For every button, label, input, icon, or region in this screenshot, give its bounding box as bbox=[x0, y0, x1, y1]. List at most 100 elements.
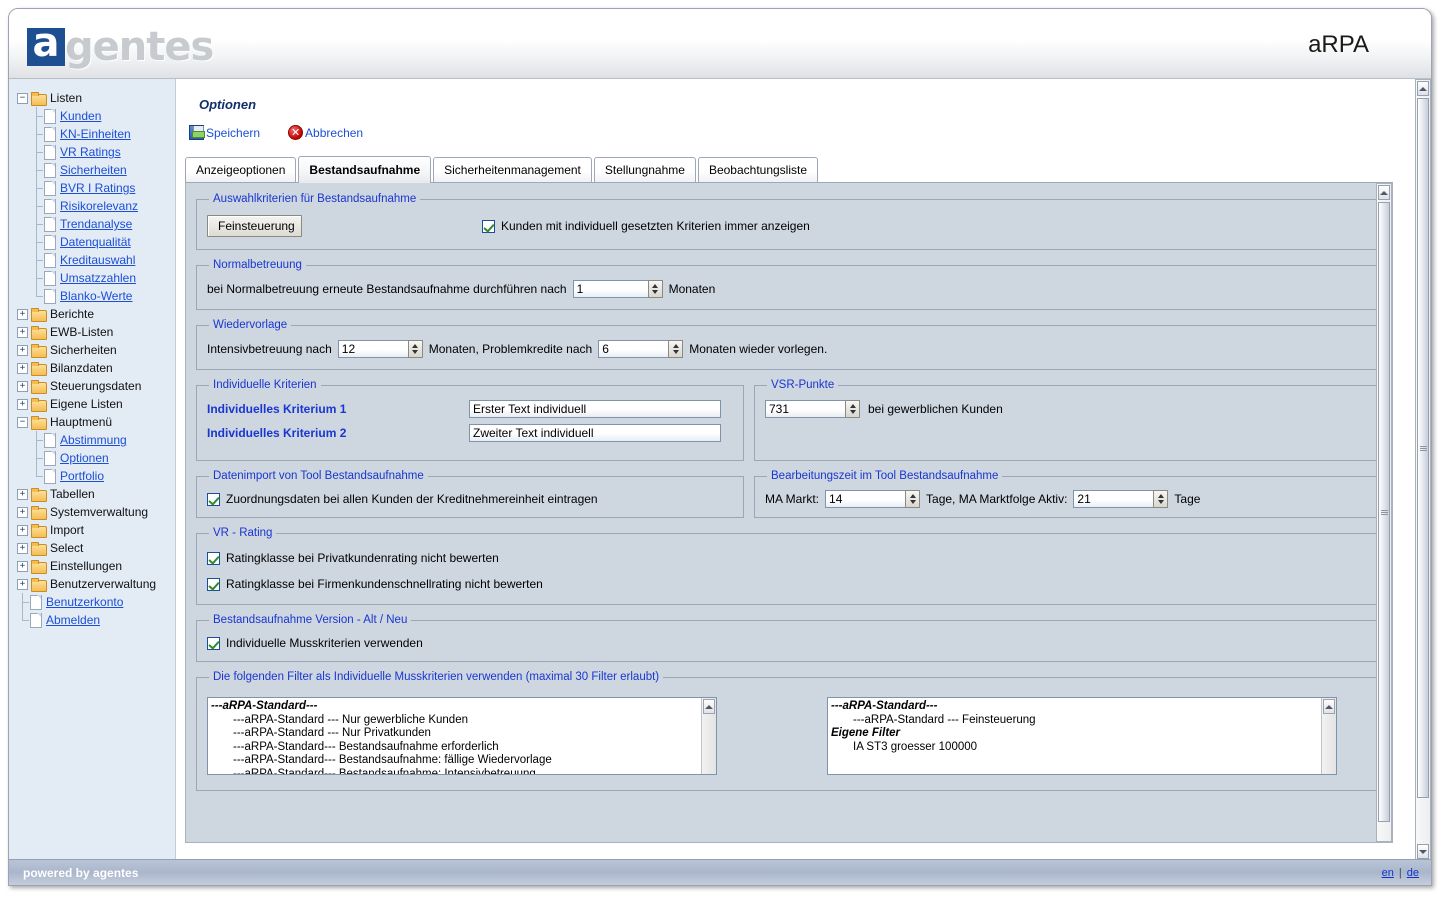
expand-icon[interactable]: + bbox=[17, 524, 28, 536]
vsr-punkte-stepper-buttons[interactable] bbox=[845, 400, 860, 418]
sidebar-item-link[interactable]: Kunden bbox=[60, 109, 101, 123]
collapse-icon[interactable]: − bbox=[17, 92, 28, 104]
ma-markt-input[interactable] bbox=[825, 490, 906, 508]
sidebar-item-trendanalyse[interactable]: Trendanalyse bbox=[17, 215, 175, 233]
sidebar-item-kreditauswahl[interactable]: Kreditauswahl bbox=[17, 251, 175, 269]
sidebar-item-vr-ratings[interactable]: VR Ratings bbox=[17, 143, 175, 161]
panel-scroll-thumb[interactable] bbox=[1378, 202, 1390, 822]
window-scroll-down-button[interactable] bbox=[1417, 844, 1429, 859]
sidebar-item-sicherheiten[interactable]: + Sicherheiten bbox=[17, 341, 175, 359]
selected-filters-listbox[interactable]: ---aRPA-Standard--- ---aRPA-Standard --- … bbox=[827, 697, 1337, 775]
list-item[interactable]: ---aRPA-Standard--- Bestandsaufnahme: fä… bbox=[211, 754, 716, 768]
available-filters-items[interactable]: ---aRPA-Standard--- ---aRPA-Standard --- … bbox=[211, 700, 716, 775]
problemkredite-stepper-buttons[interactable] bbox=[668, 340, 684, 358]
sidebar-item-ewb-listen[interactable]: + EWB-Listen bbox=[17, 323, 175, 341]
expand-icon[interactable]: + bbox=[17, 380, 28, 392]
sidebar-item-risikorelevanz[interactable]: Risikorelevanz bbox=[17, 197, 175, 215]
sidebar-item-select[interactable]: + Select bbox=[17, 539, 175, 557]
checkbox-kunden-individuell[interactable] bbox=[482, 219, 495, 233]
collapse-icon[interactable]: − bbox=[17, 416, 28, 428]
vsr-punkte-stepper[interactable] bbox=[765, 400, 860, 418]
checkbox-zuordnungsdaten[interactable] bbox=[207, 492, 220, 506]
lang-en-link[interactable]: en bbox=[1382, 867, 1394, 879]
expand-icon[interactable]: + bbox=[17, 578, 28, 590]
sidebar-item-datenqualit-t[interactable]: Datenqualität bbox=[17, 233, 175, 251]
window-scroll-up-button[interactable] bbox=[1417, 81, 1429, 96]
sidebar-item-link[interactable]: Benutzerkonto bbox=[46, 595, 123, 609]
ma-markt-stepper-buttons[interactable] bbox=[905, 490, 921, 508]
sidebar-item-sicherheiten[interactable]: Sicherheiten bbox=[17, 161, 175, 179]
ma-marktfolge-input[interactable] bbox=[1073, 490, 1154, 508]
sidebar-item-tabellen[interactable]: + Tabellen bbox=[17, 485, 175, 503]
list-item[interactable]: ---aRPA-Standard--- Bestandsaufnahme: In… bbox=[211, 768, 716, 775]
sidebar-item-link[interactable]: Abstimmung bbox=[60, 433, 127, 447]
list-item[interactable]: ---aRPA-Standard--- bbox=[831, 700, 1336, 714]
list-item[interactable]: Eigene Filter bbox=[831, 727, 1336, 741]
sidebar-item-blanko-werte[interactable]: Blanko-Werte bbox=[17, 287, 175, 305]
sidebar-item-berichte[interactable]: + Berichte bbox=[17, 305, 175, 323]
expand-icon[interactable]: + bbox=[17, 488, 28, 500]
tab-beobachtungsliste[interactable]: Beobachtungsliste bbox=[697, 157, 819, 182]
selected-filters-scrollbar[interactable] bbox=[1321, 698, 1336, 774]
sidebar-item-umsatzzahlen[interactable]: Umsatzzahlen bbox=[17, 269, 175, 287]
sidebar-item-kn-einheiten[interactable]: KN-Einheiten bbox=[17, 125, 175, 143]
sidebar-item-link[interactable]: BVR I Ratings bbox=[60, 181, 135, 195]
sidebar-item-listen[interactable]: − Listen bbox=[17, 89, 175, 107]
selected-filters-scroll-up[interactable] bbox=[1323, 699, 1335, 714]
panel-scroll-up-button[interactable] bbox=[1378, 185, 1390, 200]
expand-icon[interactable]: + bbox=[17, 326, 28, 338]
kriterium-1-input[interactable] bbox=[469, 400, 721, 418]
sidebar-item-link[interactable]: Optionen bbox=[60, 451, 109, 465]
available-filters-scrollbar[interactable] bbox=[701, 698, 716, 774]
sidebar-item-link[interactable]: Umsatzzahlen bbox=[60, 271, 136, 285]
sidebar-item-link[interactable]: KN-Einheiten bbox=[60, 127, 131, 141]
list-item[interactable]: ---aRPA-Standard --- Nur gewerbliche Kun… bbox=[211, 714, 716, 728]
sidebar-item-benutzerkonto[interactable]: Benutzerkonto bbox=[17, 593, 175, 611]
problemkredite-input[interactable] bbox=[598, 340, 669, 358]
normalbetreuung-stepper[interactable] bbox=[572, 280, 663, 298]
sidebar-item-benutzerverwaltung[interactable]: + Benutzerverwaltung bbox=[17, 575, 175, 593]
sidebar-item-link[interactable]: VR Ratings bbox=[60, 145, 121, 159]
sidebar-item-link[interactable]: Sicherheiten bbox=[60, 163, 127, 177]
feinsteuerung-button[interactable]: Feinsteuerung bbox=[207, 215, 302, 237]
list-item[interactable]: ---aRPA-Standard--- Bestandsaufnahme erf… bbox=[211, 741, 716, 755]
expand-icon[interactable]: + bbox=[17, 344, 28, 356]
intensivbetreuung-stepper[interactable] bbox=[337, 340, 423, 358]
list-item[interactable]: ---aRPA-Standard --- Feinsteuerung bbox=[831, 714, 1336, 728]
sidebar-item-systemverwaltung[interactable]: + Systemverwaltung bbox=[17, 503, 175, 521]
available-filters-scroll-up[interactable] bbox=[703, 699, 715, 714]
expand-icon[interactable]: + bbox=[17, 560, 28, 572]
sidebar-item-link[interactable]: Blanko-Werte bbox=[60, 289, 132, 303]
sidebar-item-link[interactable]: Portfolio bbox=[60, 469, 104, 483]
tab-anzeigeoptionen[interactable]: Anzeigeoptionen bbox=[185, 157, 297, 182]
expand-icon[interactable]: + bbox=[17, 362, 28, 374]
sidebar-item-hauptmen-[interactable]: − Hauptmenü bbox=[17, 413, 175, 431]
sidebar-item-optionen[interactable]: Optionen bbox=[17, 449, 175, 467]
kriterium-2-input[interactable] bbox=[469, 424, 721, 442]
checkbox-firmenkundenschnellrating[interactable] bbox=[207, 577, 220, 591]
sidebar-item-import[interactable]: + Import bbox=[17, 521, 175, 539]
tab-stellungnahme[interactable]: Stellungnahme bbox=[593, 157, 696, 182]
ma-marktfolge-stepper[interactable] bbox=[1073, 490, 1169, 508]
sidebar-item-bvr-i-ratings[interactable]: BVR I Ratings bbox=[17, 179, 175, 197]
sidebar-item-abmelden[interactable]: Abmelden bbox=[17, 611, 175, 629]
list-item[interactable]: IA ST3 groesser 100000 bbox=[831, 741, 1336, 755]
sidebar-item-link[interactable]: Datenqualität bbox=[60, 235, 131, 249]
expand-icon[interactable]: + bbox=[17, 506, 28, 518]
tab-bestandsaufnahme[interactable]: Bestandsaufnahme bbox=[298, 156, 432, 183]
sidebar-item-link[interactable]: Trendanalyse bbox=[60, 217, 132, 231]
window-scroll-thumb[interactable] bbox=[1417, 98, 1429, 798]
save-button[interactable]: Speichern bbox=[189, 125, 260, 140]
sidebar-item-link[interactable]: Risikorelevanz bbox=[60, 199, 138, 213]
tab-sicherheitenmanagement[interactable]: Sicherheitenmanagement bbox=[433, 157, 592, 182]
expand-icon[interactable]: + bbox=[17, 542, 28, 554]
intensivbetreuung-input[interactable] bbox=[337, 340, 408, 358]
cancel-button[interactable]: ✕ Abbrechen bbox=[288, 125, 363, 140]
normalbetreuung-stepper-buttons[interactable] bbox=[647, 280, 663, 298]
selected-filters-items[interactable]: ---aRPA-Standard--- ---aRPA-Standard --- … bbox=[831, 700, 1336, 754]
available-filters-listbox[interactable]: ---aRPA-Standard--- ---aRPA-Standard --- … bbox=[207, 697, 717, 775]
ma-markt-stepper[interactable] bbox=[825, 490, 921, 508]
sidebar-item-kunden[interactable]: Kunden bbox=[17, 107, 175, 125]
panel-vertical-scrollbar[interactable] bbox=[1376, 183, 1392, 842]
sidebar-item-steuerungsdaten[interactable]: + Steuerungsdaten bbox=[17, 377, 175, 395]
